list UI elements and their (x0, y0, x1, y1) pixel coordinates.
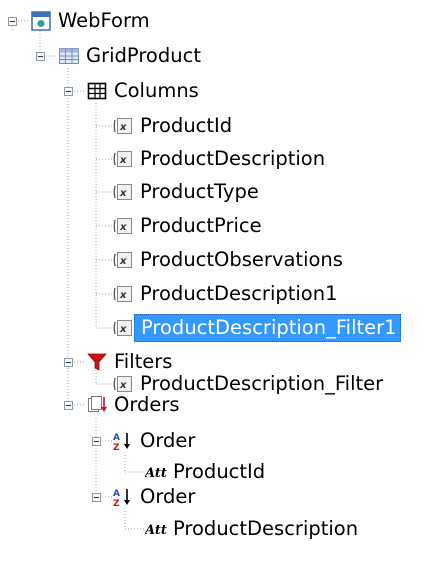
attribute-att-icon: Att (143, 518, 167, 540)
tree-node-label: Order (140, 429, 196, 452)
sort-az-icon: A Z (112, 486, 134, 509)
tree-node-label: Order (140, 485, 196, 508)
tree-node-label: ProductId (173, 460, 266, 483)
svg-text:x: x (119, 290, 127, 301)
project-tree: WebForm GridProduct Columns x ProductId … (0, 0, 445, 580)
svg-text:Att: Att (145, 466, 167, 481)
attribute-variable-icon: x (112, 148, 134, 170)
tree-node-label: ProductObservations (140, 248, 343, 271)
collapse-toggle-order-1[interactable] (92, 437, 101, 446)
collapse-toggle-order-2[interactable] (92, 493, 101, 502)
tree-node-column[interactable]: x ProductDescription1 (112, 281, 341, 307)
tree-node-column[interactable]: x ProductPrice (112, 213, 265, 239)
svg-text:x: x (119, 324, 127, 335)
tree-node-label: Orders (114, 393, 180, 416)
svg-text:A: A (113, 433, 120, 443)
tree-node-column[interactable]: x ProductId (112, 113, 235, 139)
tree-node-label: ProductType (140, 180, 259, 203)
attribute-variable-icon: x (112, 115, 134, 137)
tree-node-webform[interactable]: WebForm (30, 8, 153, 34)
tree-node-columns[interactable]: Columns (86, 78, 202, 104)
svg-text:x: x (119, 222, 127, 233)
sort-az-icon: A Z (112, 430, 134, 453)
attribute-variable-icon: x (112, 181, 134, 203)
filter-funnel-icon (86, 351, 108, 373)
grid-icon (58, 45, 80, 67)
tree-node-label-selected: ProductDescription_Filter1 (134, 314, 401, 342)
attribute-att-icon: Att (143, 461, 167, 483)
tree-node-label: Columns (114, 79, 199, 102)
columns-table-icon (86, 80, 108, 102)
svg-text:x: x (119, 122, 127, 133)
tree-node-column[interactable]: x ProductDescription (112, 146, 328, 172)
tree-node-label: ProductPrice (140, 214, 262, 237)
tree-node-label: ProductId (140, 114, 233, 137)
svg-text:Att: Att (145, 523, 167, 538)
tree-node-order-attribute[interactable]: Att ProductId (143, 459, 268, 485)
tree-node-order[interactable]: A Z Order (112, 428, 198, 454)
tree-node-label: ProductDescription (173, 517, 359, 540)
tree-node-order[interactable]: A Z Order (112, 484, 198, 510)
webform-icon (30, 10, 52, 32)
attribute-variable-icon: x (112, 249, 134, 271)
tree-node-label: ProductDescription1 (140, 282, 338, 305)
collapse-toggle-filters[interactable] (64, 358, 73, 367)
orders-sort-icon (86, 394, 108, 416)
svg-text:x: x (119, 155, 127, 166)
svg-text:x: x (119, 380, 127, 391)
attribute-variable-icon: x (112, 317, 134, 339)
tree-node-label: GridProduct (86, 44, 201, 67)
svg-text:Z: Z (113, 443, 120, 452)
attribute-variable-icon: x (112, 283, 134, 305)
attribute-variable-icon: x (112, 215, 134, 237)
svg-text:Z: Z (113, 499, 120, 508)
svg-text:A: A (113, 489, 120, 499)
tree-node-label: ProductDescription (140, 147, 326, 170)
svg-text:x: x (119, 256, 127, 267)
tree-node-gridproduct[interactable]: GridProduct (58, 43, 204, 69)
collapse-toggle-columns[interactable] (64, 87, 73, 96)
tree-node-column[interactable]: x ProductObservations (112, 247, 346, 273)
svg-text:x: x (119, 188, 127, 199)
tree-node-orders[interactable]: Orders (86, 392, 183, 418)
tree-node-label: WebForm (58, 9, 150, 32)
collapse-toggle-webform[interactable] (8, 17, 17, 26)
tree-node-order-attribute[interactable]: Att ProductDescription (143, 516, 361, 542)
collapse-toggle-gridproduct[interactable] (36, 52, 45, 61)
collapse-toggle-orders[interactable] (64, 401, 73, 410)
tree-node-column-selected[interactable]: x ProductDescription_Filter1 (112, 314, 401, 342)
tree-node-column[interactable]: x ProductType (112, 179, 262, 205)
